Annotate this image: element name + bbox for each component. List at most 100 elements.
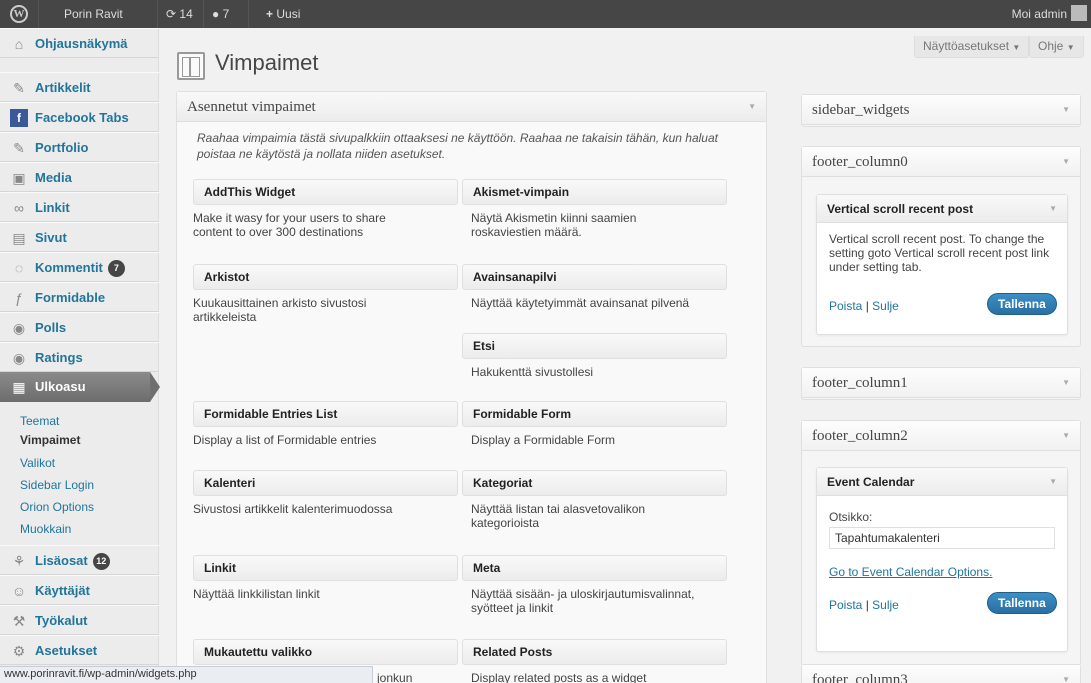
widget-tag-cloud[interactable]: Avainsanapilvi bbox=[462, 264, 727, 290]
chevron-down-icon[interactable]: ▼ bbox=[1062, 95, 1070, 125]
panel-header[interactable]: Asennetut vimpaimet ▼ bbox=[177, 92, 766, 122]
chevron-down-icon[interactable]: ▼ bbox=[748, 92, 756, 122]
sidebar-item-pages[interactable]: ▤ Sivut bbox=[0, 222, 159, 252]
home-icon: ⌂ bbox=[14, 36, 24, 52]
sidebar-area-header[interactable]: footer_column3 ▼ bbox=[802, 665, 1080, 683]
page-title: Vimpaimet bbox=[215, 50, 319, 75]
widget-akismet[interactable]: Akismet-vimpain bbox=[462, 179, 727, 205]
plugins-badge: 12 bbox=[92, 553, 110, 570]
submenu-item-editor[interactable]: Muokkain bbox=[20, 522, 71, 536]
plugins-icon: ⚘ bbox=[12, 553, 26, 569]
polls-icon: ◉ bbox=[12, 320, 26, 336]
widget-description: Näyttää listan tai alasvetovalikon kateg… bbox=[471, 502, 646, 530]
sidebar-item-label: Käyttäjät bbox=[35, 583, 90, 598]
chevron-down-icon[interactable]: ▼ bbox=[1062, 421, 1070, 451]
comments-link[interactable]: ● 7 bbox=[212, 0, 229, 28]
chevron-down-icon[interactable]: ▼ bbox=[1049, 468, 1057, 496]
site-name-link[interactable]: Porin Ravit bbox=[64, 0, 123, 28]
widget-meta[interactable]: Meta bbox=[462, 555, 727, 581]
widget-header[interactable]: Event Calendar ▼ bbox=[817, 468, 1067, 496]
chevron-down-icon[interactable]: ▼ bbox=[1062, 665, 1070, 683]
appearance-icon: ▦ bbox=[12, 379, 26, 395]
sidebar-item-label: Facebook Tabs bbox=[35, 110, 129, 125]
widget-description: Display a list of Formidable entries bbox=[193, 433, 377, 447]
comments-icon: ◌ bbox=[14, 260, 24, 276]
sidebar-item-appearance[interactable]: ▦ Ulkoasu bbox=[0, 372, 160, 402]
widget-title: Vertical scroll recent post bbox=[827, 202, 974, 216]
submenu-item-sidebar-login[interactable]: Sidebar Login bbox=[20, 478, 94, 492]
chevron-down-icon[interactable]: ▼ bbox=[1062, 147, 1070, 177]
event-calendar-options-link[interactable]: Go to Event Calendar Options. bbox=[829, 565, 992, 579]
sidebar-item-comments[interactable]: ◌ Kommentit 7 bbox=[0, 252, 159, 282]
browser-status-bar: www.porinravit.fi/wp-admin/widgets.php bbox=[0, 666, 373, 683]
divider bbox=[203, 0, 204, 28]
sidebar-item-ratings[interactable]: ◉ Ratings bbox=[0, 342, 159, 372]
submenu-item-menus[interactable]: Valikot bbox=[20, 456, 55, 470]
sidebar-item-polls[interactable]: ◉ Polls bbox=[0, 312, 159, 342]
sidebar-area-header[interactable]: sidebar_widgets ▼ bbox=[802, 95, 1080, 125]
sidebar-item-label: Sivut bbox=[35, 230, 67, 245]
avatar[interactable] bbox=[1071, 5, 1087, 21]
widget-description: Näytä Akismetin kiinni saamien roskavies… bbox=[471, 211, 637, 239]
sidebar-item-settings[interactable]: ⚙ Asetukset bbox=[0, 635, 159, 665]
new-content-link[interactable]: + Uusi bbox=[266, 0, 300, 28]
comment-bubble-icon: ● bbox=[212, 7, 220, 21]
widget-description: Sivustosi artikkelit kalenterimuodossa bbox=[193, 502, 393, 516]
facebook-icon: f bbox=[10, 109, 28, 127]
sidebar-area-header[interactable]: footer_column1 ▼ bbox=[802, 368, 1080, 398]
widget-archives[interactable]: Arkistot bbox=[193, 264, 458, 290]
sidebar-item-facebook-tabs[interactable]: f Facebook Tabs bbox=[0, 102, 159, 132]
widget-calendar[interactable]: Kalenteri bbox=[193, 470, 458, 496]
screen-options-label: Näyttöasetukset bbox=[923, 39, 1010, 53]
widget-addthis[interactable]: AddThis Widget bbox=[193, 179, 458, 205]
widget-related-posts[interactable]: Related Posts bbox=[462, 639, 727, 665]
sidebar-area-title: footer_column3 bbox=[812, 672, 908, 683]
sidebar-area-footer-column2: footer_column2 ▼ Event Calendar ▼ Otsikk… bbox=[801, 420, 1081, 666]
widget-search[interactable]: Etsi bbox=[462, 333, 727, 359]
sidebar-item-posts[interactable]: ✎ Artikkelit bbox=[0, 72, 159, 102]
sidebar-item-tools[interactable]: ⚒ Työkalut bbox=[0, 605, 159, 635]
sidebar-area-footer-column1: footer_column1 ▼ bbox=[801, 367, 1081, 400]
close-link[interactable]: Sulje bbox=[872, 598, 899, 612]
submenu-item-themes[interactable]: Teemat bbox=[20, 414, 59, 428]
tools-icon: ⚒ bbox=[12, 613, 26, 629]
submenu-item-widgets[interactable]: Vimpaimet bbox=[20, 433, 80, 447]
widget-formidable-form[interactable]: Formidable Form bbox=[462, 401, 727, 427]
sidebar-item-users[interactable]: ☺ Käyttäjät bbox=[0, 575, 159, 605]
widget-formidable-entries[interactable]: Formidable Entries List bbox=[193, 401, 458, 427]
sidebar-item-formidable[interactable]: ƒ Formidable bbox=[0, 282, 159, 312]
sidebar-item-label: Polls bbox=[35, 320, 67, 335]
help-button[interactable]: Ohje ▼ bbox=[1029, 36, 1084, 58]
main-content: Näyttöasetukset ▼ Ohje ▼ Vimpaimet Asenn… bbox=[159, 28, 1091, 683]
widget-actions: Poista | Sulje bbox=[829, 598, 899, 612]
widget-categories[interactable]: Kategoriat bbox=[462, 470, 727, 496]
widget-header[interactable]: Vertical scroll recent post ▼ bbox=[817, 195, 1067, 223]
chevron-down-icon[interactable]: ▼ bbox=[1062, 368, 1070, 398]
title-input[interactable]: Tapahtumakalenteri bbox=[829, 527, 1055, 549]
screen-options-button[interactable]: Näyttöasetukset ▼ bbox=[914, 36, 1030, 58]
chevron-down-icon[interactable]: ▼ bbox=[1049, 195, 1057, 223]
sidebar-area-header[interactable]: footer_column0 ▼ bbox=[802, 147, 1080, 177]
sidebar-item-media[interactable]: ▣ Media bbox=[0, 162, 159, 192]
widget-links[interactable]: Linkit bbox=[193, 555, 458, 581]
sidebar-item-portfolio[interactable]: ✎ Portfolio bbox=[0, 132, 159, 162]
sidebar-item-plugins[interactable]: ⚘ Lisäosat 12 bbox=[0, 545, 159, 575]
save-button[interactable]: Tallenna bbox=[987, 592, 1057, 614]
user-greeting[interactable]: Moi admin bbox=[1012, 0, 1067, 28]
updates-link[interactable]: ⟳ 14 bbox=[166, 0, 193, 28]
formidable-icon: ƒ bbox=[15, 290, 23, 306]
sidebar-item-dashboard[interactable]: ⌂ Ohjausnäkymä bbox=[0, 28, 159, 58]
delete-link[interactable]: Poista bbox=[829, 598, 862, 612]
save-button[interactable]: Tallenna bbox=[987, 293, 1057, 315]
divider bbox=[248, 0, 249, 28]
sidebar-area-footer-column3: footer_column3 ▼ bbox=[801, 664, 1081, 683]
delete-link[interactable]: Poista bbox=[829, 299, 862, 313]
help-label: Ohje bbox=[1038, 39, 1064, 53]
sidebar-area-header[interactable]: footer_column2 ▼ bbox=[802, 421, 1080, 451]
widget-custom-menu[interactable]: Mukautettu valikko bbox=[193, 639, 458, 665]
wordpress-logo-icon[interactable]: W bbox=[10, 5, 28, 23]
link-icon: ∞ bbox=[14, 200, 24, 216]
submenu-item-orion-options[interactable]: Orion Options bbox=[20, 500, 94, 514]
sidebar-item-links[interactable]: ∞ Linkit bbox=[0, 192, 159, 222]
close-link[interactable]: Sulje bbox=[872, 299, 899, 313]
